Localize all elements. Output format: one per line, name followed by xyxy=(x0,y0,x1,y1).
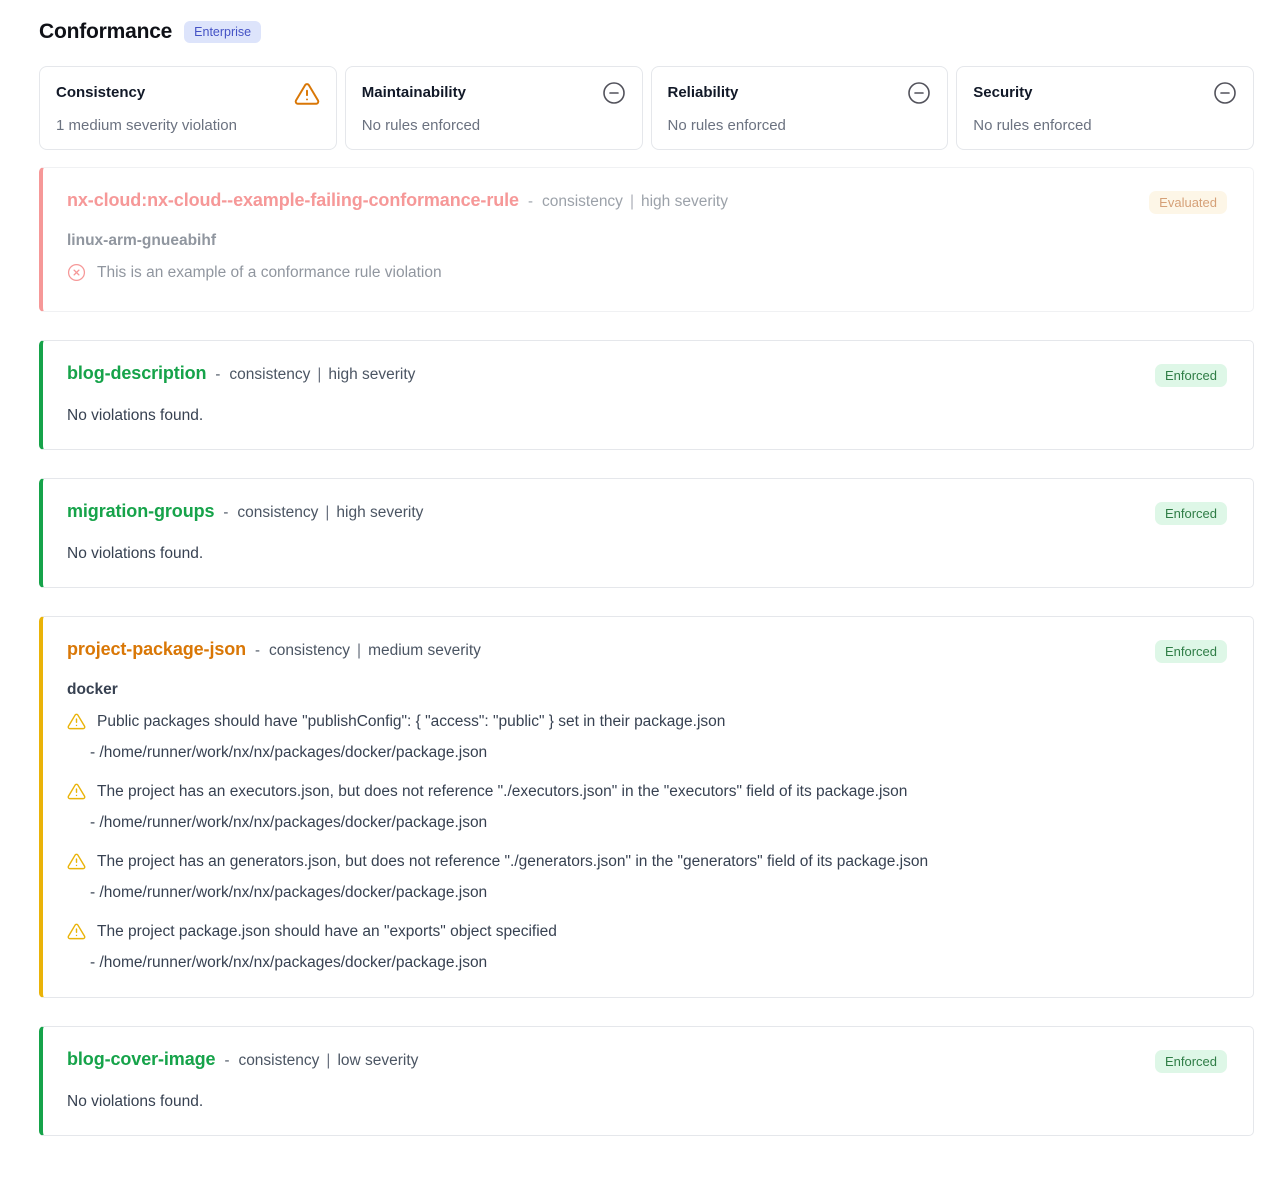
rule-meta: consistency|medium severity xyxy=(269,642,481,660)
warning-triangle-icon xyxy=(67,852,86,876)
summary-card-status: No rules enforced xyxy=(362,117,626,134)
violations-list: Public packages should have "publishConf… xyxy=(67,711,1227,973)
summary-card-title: Maintainability xyxy=(362,81,466,101)
project-name: linux-arm-gnueabihf xyxy=(67,232,1227,250)
summary-card-reliability: Reliability No rules enforced xyxy=(651,66,949,150)
separator-dash: - xyxy=(223,504,228,521)
violation-file-path: - /home/runner/work/nx/nx/packages/docke… xyxy=(90,883,1227,903)
warning-triangle-icon xyxy=(294,81,320,112)
summary-card-status: 1 medium severity violation xyxy=(56,117,320,134)
rule-meta: consistency|high severity xyxy=(542,193,728,211)
violation-file-path: - /home/runner/work/nx/nx/packages/docke… xyxy=(90,953,1227,973)
summary-card-title: Security xyxy=(973,81,1032,101)
violation-item: The project has an generators.json, but … xyxy=(67,851,1227,903)
error-circle-icon xyxy=(67,263,86,287)
rule-name-link[interactable]: nx-cloud:nx-cloud--example-failing-confo… xyxy=(67,190,519,211)
page-header: Conformance Enterprise xyxy=(39,20,1254,44)
conformance-page: Conformance Enterprise Consistency 1 med… xyxy=(0,0,1287,1136)
summary-card-consistency: Consistency 1 medium severity violation xyxy=(39,66,337,150)
no-violations-text: No violations found. xyxy=(67,545,1227,563)
rule-name-link[interactable]: migration-groups xyxy=(67,501,214,522)
no-violations-text: No violations found. xyxy=(67,1093,1227,1111)
minus-circle-icon xyxy=(1213,81,1237,110)
rule-name-link[interactable]: project-package-json xyxy=(67,639,246,660)
warning-triangle-icon xyxy=(67,712,86,736)
violation-message: The project has an generators.json, but … xyxy=(97,851,928,872)
page-title: Conformance xyxy=(39,20,172,44)
enterprise-plan-badge: Enterprise xyxy=(184,21,261,43)
rule-status-badge: Enforced xyxy=(1155,364,1227,387)
summary-card-maintainability: Maintainability No rules enforced xyxy=(345,66,643,150)
summary-cards-row: Consistency 1 medium severity violation … xyxy=(39,66,1254,150)
minus-circle-icon xyxy=(602,81,626,110)
summary-card-title: Reliability xyxy=(668,81,739,101)
warning-triangle-icon xyxy=(67,922,86,946)
warning-triangle-icon xyxy=(67,782,86,806)
rule-card-migration-groups: migration-groups - consistency|high seve… xyxy=(39,478,1254,588)
rule-card-project-package-json: project-package-json - consistency|mediu… xyxy=(39,616,1254,998)
separator-dash: - xyxy=(255,642,260,659)
summary-card-status: No rules enforced xyxy=(668,117,932,134)
no-violations-text: No violations found. xyxy=(67,407,1227,425)
rule-meta: consistency|low severity xyxy=(238,1052,418,1070)
separator-dash: - xyxy=(215,366,220,383)
project-name: docker xyxy=(67,681,1227,699)
summary-card-status: No rules enforced xyxy=(973,117,1237,134)
violation-item: The project has an executors.json, but d… xyxy=(67,781,1227,833)
rule-status-badge: Evaluated xyxy=(1149,191,1227,214)
rule-meta: consistency|high severity xyxy=(237,504,423,522)
violation-message: The project package.json should have an … xyxy=(97,921,557,942)
violation-file-path: - /home/runner/work/nx/nx/packages/docke… xyxy=(90,743,1227,763)
rule-name-link[interactable]: blog-description xyxy=(67,363,206,384)
summary-card-title: Consistency xyxy=(56,81,145,101)
summary-card-security: Security No rules enforced xyxy=(956,66,1254,150)
rule-status-badge: Enforced xyxy=(1155,1050,1227,1073)
violation-message: Public packages should have "publishConf… xyxy=(97,711,725,732)
rule-status-badge: Enforced xyxy=(1155,640,1227,663)
rule-name-link[interactable]: blog-cover-image xyxy=(67,1049,215,1070)
separator-dash: - xyxy=(224,1052,229,1069)
minus-circle-icon xyxy=(907,81,931,110)
violation-message: This is an example of a conformance rule… xyxy=(97,262,442,283)
violation-message: The project has an executors.json, but d… xyxy=(97,781,907,802)
rule-status-badge: Enforced xyxy=(1155,502,1227,525)
rule-meta: consistency|high severity xyxy=(229,366,415,384)
violation-item: The project package.json should have an … xyxy=(67,921,1227,973)
rule-card-example-failing: nx-cloud:nx-cloud--example-failing-confo… xyxy=(39,167,1254,312)
rule-card-blog-cover-image: blog-cover-image - consistency|low sever… xyxy=(39,1026,1254,1136)
rule-card-blog-description: blog-description - consistency|high seve… xyxy=(39,340,1254,450)
violation-file-path: - /home/runner/work/nx/nx/packages/docke… xyxy=(90,813,1227,833)
separator-dash: - xyxy=(528,193,533,210)
violation-item: Public packages should have "publishConf… xyxy=(67,711,1227,763)
